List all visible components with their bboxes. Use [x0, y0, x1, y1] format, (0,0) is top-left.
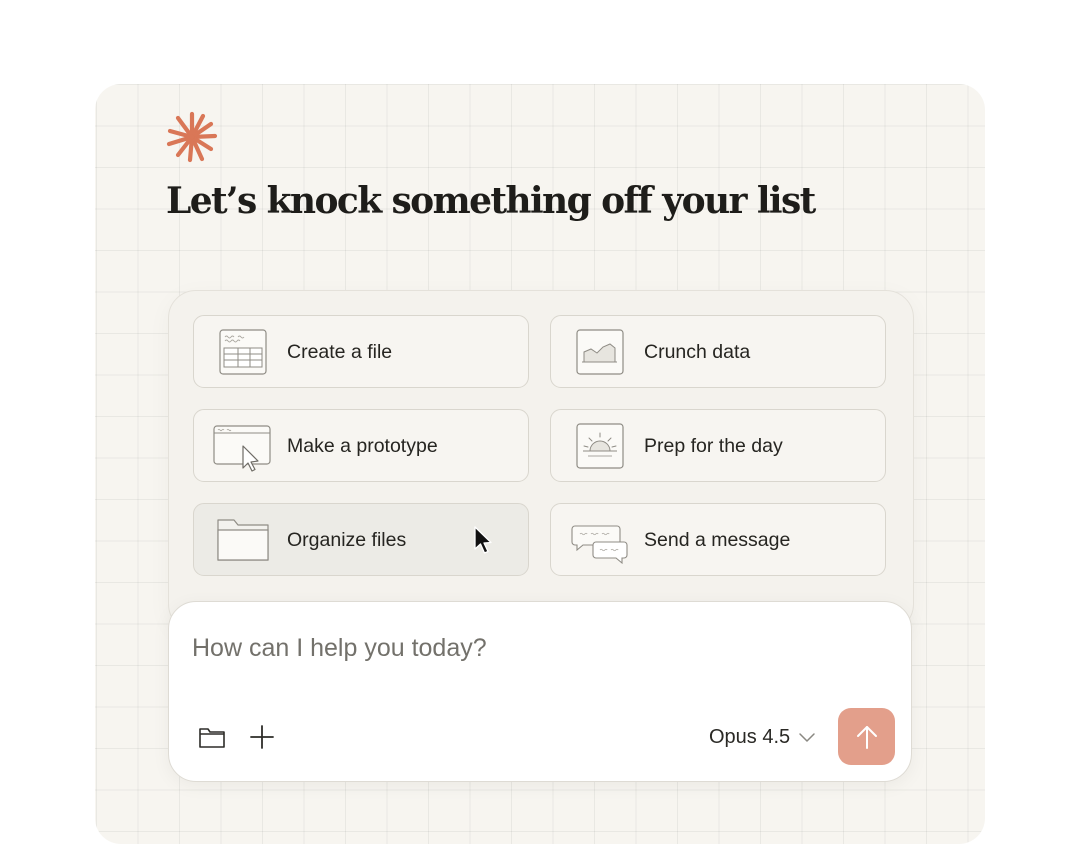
send-button[interactable] [838, 708, 895, 765]
sunrise-icon [576, 423, 624, 469]
browser-window-icon [213, 425, 271, 472]
crunch-data-button[interactable]: Crunch data [550, 315, 886, 388]
mouse-pointer-icon [474, 526, 492, 554]
chart-icon [576, 329, 624, 375]
plus-icon[interactable] [246, 721, 278, 753]
chat-bubbles-icon [571, 525, 628, 565]
sparkle-logo-icon [166, 111, 218, 163]
action-label: Send a message [644, 529, 791, 551]
folder-icon [217, 519, 269, 561]
action-label: Organize files [287, 529, 407, 551]
action-label: Prep for the day [644, 435, 783, 457]
action-label: Crunch data [644, 341, 751, 363]
action-label: Create a file [287, 341, 393, 363]
prompt-composer: Opus 4.5 [168, 601, 912, 782]
send-message-button[interactable]: Send a message [550, 503, 886, 576]
create-file-button[interactable]: Create a file [193, 315, 529, 388]
arrow-up-icon [856, 725, 877, 749]
page-title: Let’s knock something off your list [166, 180, 816, 222]
prep-for-day-button[interactable]: Prep for the day [550, 409, 886, 482]
chevron-down-icon [799, 733, 815, 742]
model-selector[interactable]: Opus 4.5 [709, 717, 816, 757]
prompt-input[interactable] [192, 628, 872, 668]
spreadsheet-icon [219, 329, 267, 375]
model-name: Opus 4.5 [709, 725, 791, 748]
folder-attach-icon[interactable] [196, 721, 228, 753]
make-prototype-button[interactable]: Make a prototype [193, 409, 529, 482]
action-label: Make a prototype [287, 435, 438, 457]
